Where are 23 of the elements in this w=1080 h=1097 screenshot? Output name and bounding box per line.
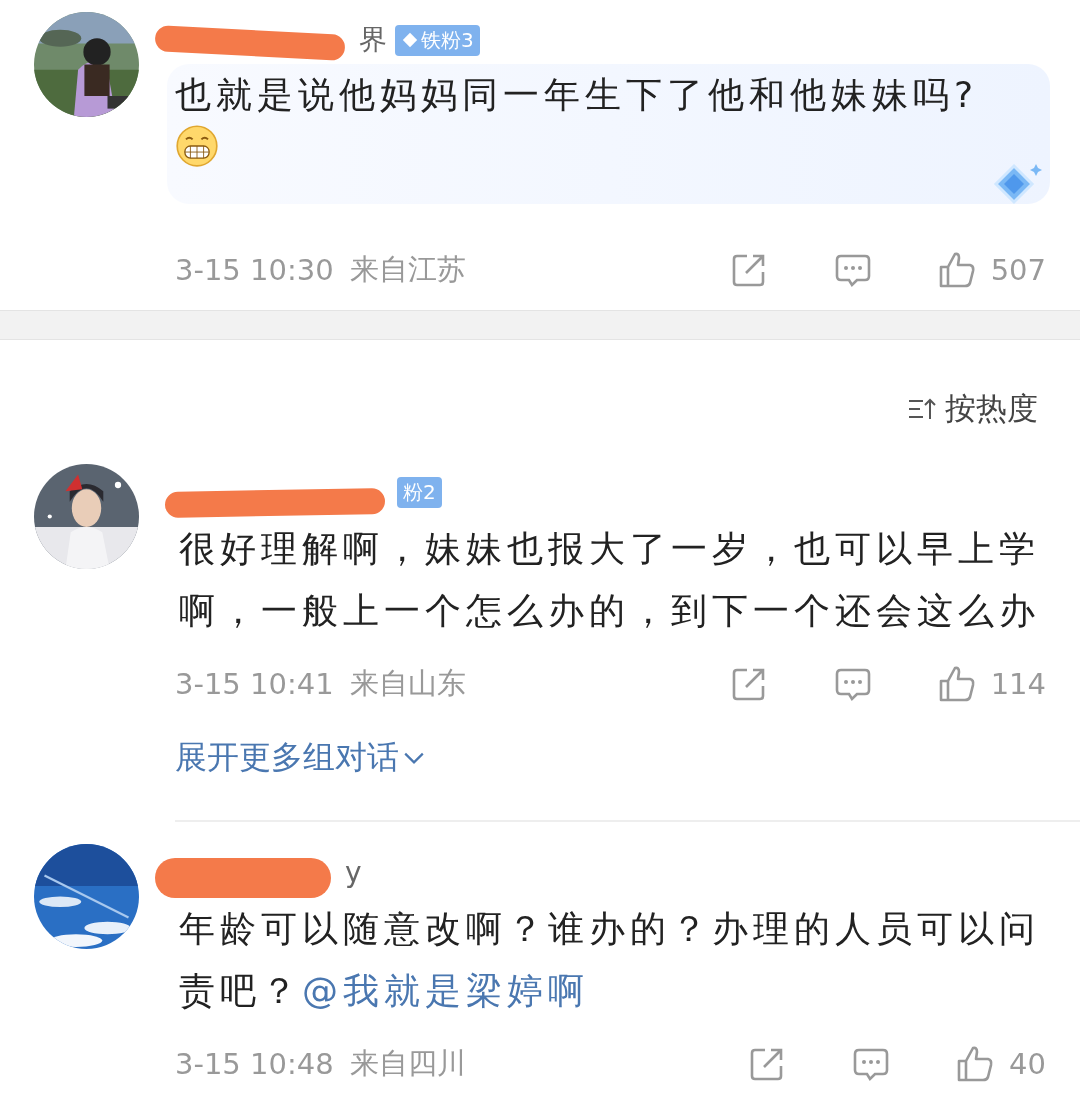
comment-time: 3-15 10:41 <box>175 667 334 701</box>
comment-text: 也就是说他妈妈同一年生下了他和他妹妹吗? <box>175 73 980 117</box>
comment-text: 啊，一般上一个怎么办的，到下一个还会这么办 <box>179 589 1041 633</box>
comment-time: 3-15 10:30 <box>175 253 334 287</box>
comment-time: 3-15 10:48 <box>175 1047 334 1081</box>
comment-text: 责吧？@我就是梁婷啊 <box>179 969 590 1013</box>
username[interactable]: y <box>345 855 362 889</box>
mention-link[interactable]: @我就是梁婷啊 <box>302 970 589 1011</box>
sort-button[interactable]: 按热度 <box>907 388 1038 430</box>
expand-link[interactable]: 展开更多组对话 <box>175 736 425 780</box>
sort-icon <box>907 397 937 421</box>
comment-text: 年龄可以随意改啊？谁办的？办理的人员可以问 <box>179 907 1041 951</box>
comment-location: 来自四川 <box>349 1045 466 1082</box>
comment-text: 很好理解啊，妹妹也报大了一岁，也可以早上学 <box>179 527 1041 571</box>
like-button[interactable]: 40 <box>955 1044 1046 1084</box>
chevron-down-icon <box>403 751 425 765</box>
comment-location: 来自山东 <box>349 665 466 702</box>
fan-badge: 粉2 <box>397 476 442 508</box>
fan-badge: 铁粉3 <box>395 24 480 56</box>
comment-location: 来自江苏 <box>349 251 466 288</box>
like-button[interactable]: 114 <box>936 664 1046 704</box>
username[interactable]: 界 <box>359 21 387 59</box>
like-button[interactable]: 507 <box>936 250 1046 290</box>
